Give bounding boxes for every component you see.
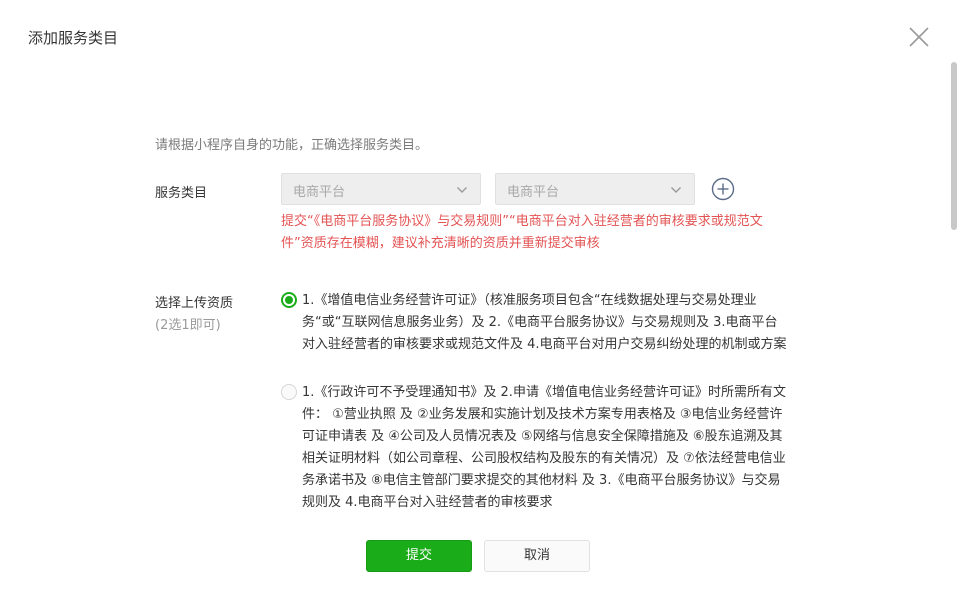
primary-category-select[interactable]: 电商平台	[281, 173, 481, 205]
category-error-message: 提交“《电商平台服务协议》与交易规则”“电商平台对入驻经营者的审核要求或规范文件…	[281, 214, 763, 251]
dialog-body: 请根据小程序自身的功能，正确选择服务类目。 服务类目 电商平台 电商平台 提交“…	[0, 0, 960, 514]
primary-category-value: 电商平台	[293, 185, 346, 200]
cancel-button[interactable]: 取消	[484, 540, 590, 572]
qualification-option-2-radio[interactable]	[281, 384, 297, 400]
intro-text: 请根据小程序自身的功能，正确选择服务类目。	[155, 138, 429, 153]
submit-button[interactable]: 提交	[366, 540, 472, 572]
close-icon	[909, 27, 929, 47]
secondary-category-value: 电商平台	[507, 185, 560, 200]
scrollbar-thumb[interactable]	[951, 62, 957, 230]
category-label: 服务类目	[155, 186, 208, 201]
secondary-category-select[interactable]: 电商平台	[495, 173, 695, 205]
chevron-down-icon	[671, 187, 681, 193]
qualification-option-1-text[interactable]: 1.《增值电信业务经营许可证》（核准服务项目包含“在线数据处理与交易处理业务“或…	[302, 290, 788, 356]
add-service-category-dialog: 添加服务类目 请根据小程序自身的功能，正确选择服务类目。 服务类目 电商平台 电…	[0, 0, 960, 597]
chevron-down-icon	[457, 187, 467, 193]
add-category-button[interactable]	[711, 177, 735, 201]
dialog-title: 添加服务类目	[28, 29, 119, 47]
qualification-option-2-text[interactable]: 1.《行政许可不予受理通知书》及 2.申请《增值电信业务经营许可证》时所需所有文…	[302, 382, 788, 514]
close-button[interactable]	[904, 23, 932, 51]
qualification-label: 选择上传资质	[155, 296, 234, 311]
plus-circle-icon	[711, 177, 735, 201]
qualification-sublabel: (2选1即可)	[155, 318, 221, 333]
qualification-option-1-radio[interactable]	[281, 292, 297, 308]
